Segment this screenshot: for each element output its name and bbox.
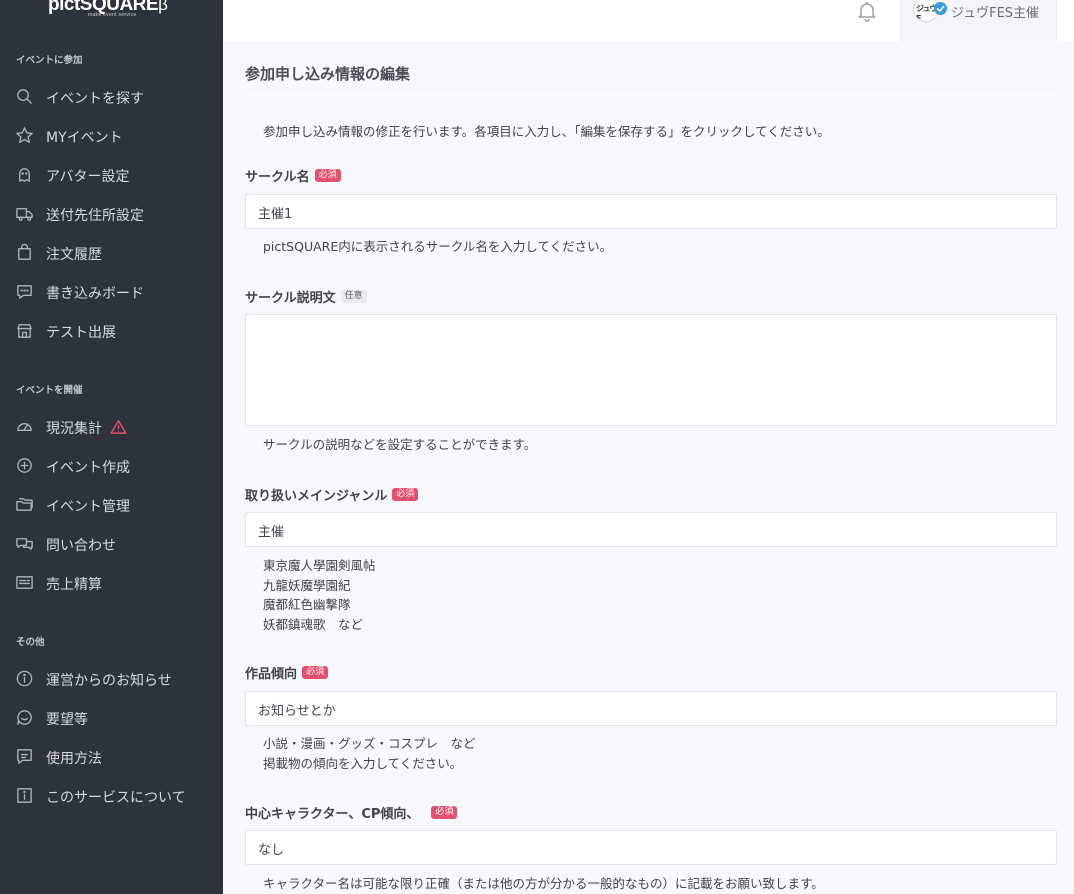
characters-help: キャラクター名は可能な限り正確（または他の方が分かる一般的なもの）に記載をお願い… (263, 876, 824, 891)
user-name: ジュヴFES主催 (951, 6, 1040, 21)
folders-icon (16, 498, 33, 511)
characters-label: 中心キャラクター、CP傾向、 必須 (245, 803, 458, 822)
sidebar-item-about[interactable]: このサービスについて (0, 780, 223, 810)
work-tendency-input[interactable]: お知らせとか (245, 691, 1057, 726)
verified-check-icon (934, 2, 947, 15)
sidebar-item-manage-events[interactable]: イベント管理 (0, 489, 223, 519)
receipt-icon (16, 576, 33, 589)
required-badge: 必須 (392, 488, 419, 501)
sidebar-item-create-event[interactable]: イベント作成 (0, 450, 223, 480)
logo-tagline: make event service (88, 12, 137, 18)
sidebar-item-requests[interactable]: 要望等 (0, 702, 223, 732)
sidebar-item-avatar[interactable]: アバター設定 (0, 159, 223, 189)
warning-icon (110, 420, 127, 434)
circle-name-label: サークル名 必須 (245, 166, 341, 185)
page-title: 参加申し込み情報の編集 (245, 65, 411, 83)
bell-icon[interactable] (856, 0, 878, 22)
sidebar-item-inquiry[interactable]: 問い合わせ (0, 528, 223, 558)
main-genre-input[interactable]: 主催 (245, 512, 1057, 547)
sidebar-item-order-history[interactable]: 注文履歴 (0, 237, 223, 267)
smile-chat-icon (17, 710, 32, 725)
sidebar-item-status-summary[interactable]: 現況集計 (0, 411, 223, 441)
shopping-bag-icon (18, 243, 31, 260)
circle-desc-help: サークルの説明などを設定することができます。 (263, 437, 537, 452)
plus-circle-icon (17, 458, 32, 473)
required-badge: 必須 (431, 806, 458, 819)
circle-name-help: pictSQUARE内に表示されるサークル名を入力してください。 (263, 239, 613, 254)
message-icon (17, 749, 32, 764)
sidebar-item-find-events[interactable]: イベントを探す (0, 81, 223, 111)
sidebar-item-usage[interactable]: 使用方法 (0, 741, 223, 771)
sidebar-item-shipping-address[interactable]: 送付先住所設定 (0, 198, 223, 228)
truck-icon (16, 208, 33, 221)
title-divider (245, 89, 1057, 90)
characters-input[interactable]: なし (245, 830, 1057, 865)
circle-desc-textarea[interactable] (245, 314, 1057, 426)
work-tendency-label: 作品傾向 必須 (245, 663, 329, 682)
section-title-join: イベントに参加 (16, 55, 83, 66)
avatar-icon (19, 168, 30, 182)
top-header: ジュヴF ジュヴFES主催 (223, 0, 1074, 41)
section-title-host: イベントを開催 (16, 385, 83, 396)
section-title-other: その他 (16, 637, 45, 648)
circle-desc-label: サークル説明文 任意 (245, 287, 367, 306)
required-badge: 必須 (314, 169, 341, 182)
user-menu[interactable]: ジュヴF ジュヴFES主催 (900, 0, 1057, 41)
star-icon (16, 127, 33, 144)
sidebar-item-my-events[interactable]: MYイベント (0, 120, 223, 150)
sidebar: pictSQUAREβ make event service イベントに参加 イ… (0, 0, 223, 894)
main-genre-help: 東京魔人學園剣風帖 九龍妖魔學園紀 魔都紅色幽撃隊 妖都鎮魂歌 など (263, 558, 376, 632)
gauge-icon (17, 422, 32, 431)
search-icon (17, 89, 32, 104)
sidebar-item-test-exhibit[interactable]: テスト出展 (0, 315, 223, 345)
circle-name-input[interactable]: 主催1 (245, 194, 1057, 229)
sidebar-item-notices[interactable]: 運営からのお知らせ (0, 663, 223, 693)
required-badge: 必須 (302, 666, 329, 679)
sidebar-item-board[interactable]: 書き込みボード (0, 276, 223, 306)
chat-icon (17, 285, 32, 299)
work-tendency-help: 小説・漫画・グッズ・コスプレ など 掲載物の傾向を入力してください。 (263, 736, 476, 771)
main-genre-label: 取り扱いメインジャンル 必須 (245, 485, 419, 504)
sidebar-item-sales-settlement[interactable]: 売上精算 (0, 567, 223, 597)
intro-text: 参加申し込み情報の修正を行います。各項目に入力し、「編集を保存する」をクリックし… (263, 124, 830, 139)
optional-badge: 任意 (340, 290, 367, 303)
chat-bubbles-icon (16, 538, 33, 550)
store-icon (17, 324, 32, 338)
info-box-icon (17, 788, 32, 803)
info-circle-icon (16, 670, 33, 687)
